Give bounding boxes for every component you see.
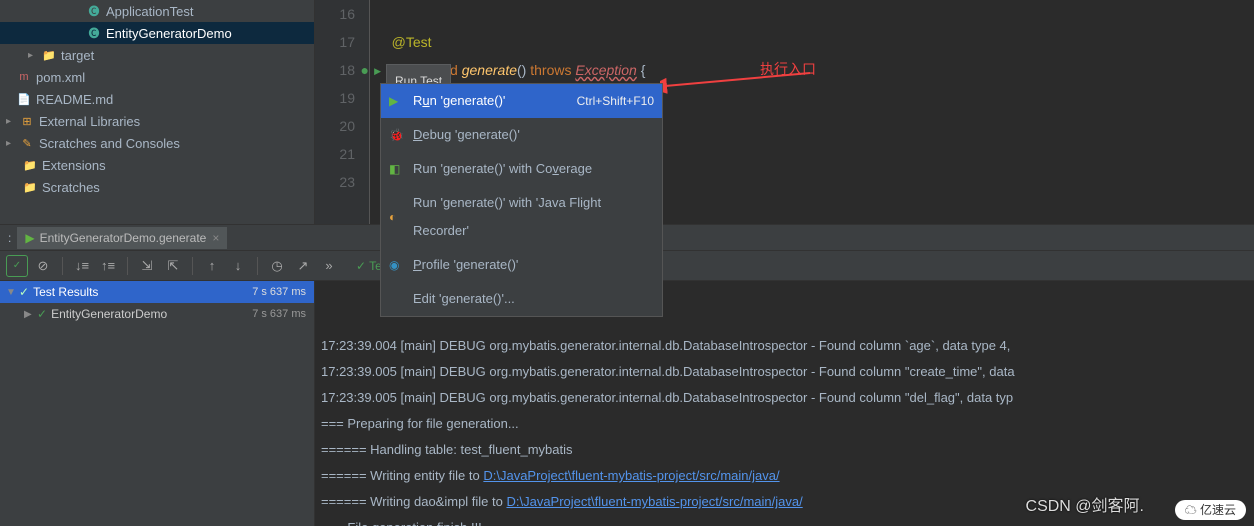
code-editor[interactable]: 161718●▶19202123 @Test public void gener…: [315, 0, 1254, 224]
line-number: 18●▶: [315, 56, 355, 84]
line-number: 19: [315, 84, 355, 112]
tree-item-label: target: [61, 48, 94, 63]
test-result-row[interactable]: ▶✓EntityGeneratorDemo7 s 637 ms: [0, 303, 314, 325]
menu-label: Run 'generate()' with Coverage: [413, 155, 654, 183]
tree-item[interactable]: ▸⊞External Libraries: [0, 110, 314, 132]
console-line: ====== Writing entity file to D:\JavaPro…: [321, 463, 1248, 489]
menu-item[interactable]: ◐Run 'generate()' with 'Java Flight Reco…: [381, 186, 662, 248]
tree-item[interactable]: 📁 Extensions: [0, 154, 314, 176]
tree-item-label: ApplicationTest: [106, 4, 193, 19]
line-number: 21: [315, 140, 355, 168]
tree-item-label: External Libraries: [39, 114, 140, 129]
menu-label: Run 'generate()': [413, 87, 577, 115]
play-icon: ▶: [25, 231, 34, 245]
tree-item[interactable]: 🅒 EntityGeneratorDemo: [0, 22, 314, 44]
tree-item-label: EntityGeneratorDemo: [106, 26, 232, 41]
line-number: 16: [315, 0, 355, 28]
menu-label: Profile 'generate()': [413, 251, 654, 279]
sort-up-button[interactable]: ↑≡: [97, 255, 119, 277]
expand-button[interactable]: ⇲: [136, 255, 158, 277]
menu-item[interactable]: ◉Profile 'generate()': [381, 248, 662, 282]
check-icon: ✓: [37, 307, 47, 321]
history-button[interactable]: ◷: [266, 255, 288, 277]
project-tree[interactable]: 🅒 ApplicationTest 🅒 EntityGeneratorDemo ▸📁ta…: [0, 0, 315, 224]
sort-down-button[interactable]: ↓≡: [71, 255, 93, 277]
menu-item[interactable]: ◧Run 'generate()' with Coverage: [381, 152, 662, 186]
file-link[interactable]: D:\JavaProject\fluent-mybatis-project/sr…: [483, 468, 779, 483]
console-line: ====== Handling table: test_fluent_mybat…: [321, 437, 1248, 463]
tree-item-label: Scratches: [42, 180, 100, 195]
console-line: 17:23:39.004 [main] DEBUG org.mybatis.ge…: [321, 333, 1248, 359]
console-output[interactable]: 17:23:39.004 [main] DEBUG org.mybatis.ge…: [315, 281, 1254, 526]
file-icon: 🅒: [86, 3, 102, 19]
tree-item[interactable]: ▸✎Scratches and Consoles: [0, 132, 314, 154]
down-button[interactable]: ↓: [227, 255, 249, 277]
file-icon: 📄: [16, 91, 32, 107]
menu-item[interactable]: ▶Run 'generate()'Ctrl+Shift+F10: [381, 84, 662, 118]
check-button[interactable]: ✓: [6, 255, 28, 277]
file-link[interactable]: D:\JavaProject\fluent-mybatis-project/sr…: [506, 494, 802, 509]
tree-item-label: README.md: [36, 92, 113, 107]
code-area[interactable]: @Test public void generate() throws Exce…: [370, 0, 1254, 224]
file-icon: 📁: [22, 157, 38, 173]
console-line: === Preparing for file generation...: [321, 411, 1248, 437]
menu-icon: ◧: [389, 155, 407, 183]
console-line: 17:23:39.005 [main] DEBUG org.mybatis.ge…: [321, 385, 1248, 411]
test-result-row[interactable]: ▼✓Test Results7 s 637 ms: [0, 281, 314, 303]
annotation: @Test: [392, 34, 432, 50]
menu-label: Run 'generate()' with 'Java Flight Recor…: [413, 189, 654, 245]
tree-item-label: Scratches and Consoles: [39, 136, 180, 151]
csdn-watermark: CSDN @剑客阿.: [1026, 492, 1144, 516]
menu-icon: ▶: [389, 87, 407, 115]
collapse-button[interactable]: ⇱: [162, 255, 184, 277]
context-menu[interactable]: ▶Run 'generate()'Ctrl+Shift+F10🐞Debug 'g…: [380, 83, 663, 317]
tree-item[interactable]: 📁 Scratches: [0, 176, 314, 198]
close-icon[interactable]: ×: [212, 231, 219, 245]
test-results-tree[interactable]: ▼✓Test Results7 s 637 ms▶✓EntityGenerato…: [0, 281, 315, 526]
file-icon: m: [16, 69, 32, 85]
line-gutter: 161718●▶19202123: [315, 0, 370, 224]
file-icon: 📁: [22, 179, 38, 195]
more-button[interactable]: »: [318, 255, 340, 277]
console-line: === File generation finish !!!: [321, 515, 1248, 526]
line-number: 20: [315, 112, 355, 140]
tree-item[interactable]: 🅒 ApplicationTest: [0, 0, 314, 22]
up-button[interactable]: ↑: [201, 255, 223, 277]
console-line: 17:23:39.005 [main] DEBUG org.mybatis.ge…: [321, 359, 1248, 385]
tree-item-label: pom.xml: [36, 70, 85, 85]
menu-icon: ◐: [389, 203, 407, 231]
file-icon: 🅒: [86, 25, 102, 41]
menu-label: Edit 'generate()'...: [413, 285, 654, 313]
menu-icon: 🐞: [389, 121, 407, 149]
stop-button[interactable]: ⊘: [32, 255, 54, 277]
export-button[interactable]: ↗: [292, 255, 314, 277]
menu-label: Debug 'generate()': [413, 121, 654, 149]
run-tab[interactable]: ▶ EntityGeneratorDemo.generate ×: [17, 227, 227, 249]
tree-item[interactable]: 📄 README.md: [0, 88, 314, 110]
tree-item[interactable]: m pom.xml: [0, 66, 314, 88]
tree-item[interactable]: ▸📁target: [0, 44, 314, 66]
menu-item[interactable]: Edit 'generate()'...: [381, 282, 662, 316]
check-icon: ✓: [19, 285, 29, 299]
tree-item-label: Extensions: [42, 158, 106, 173]
menu-shortcut: Ctrl+Shift+F10: [577, 87, 654, 115]
menu-icon: ◉: [389, 251, 407, 279]
line-number: 23: [315, 168, 355, 196]
line-number: 17: [315, 28, 355, 56]
yisu-watermark: ☁ 亿速云: [1175, 501, 1246, 518]
menu-item[interactable]: 🐞Debug 'generate()': [381, 118, 662, 152]
